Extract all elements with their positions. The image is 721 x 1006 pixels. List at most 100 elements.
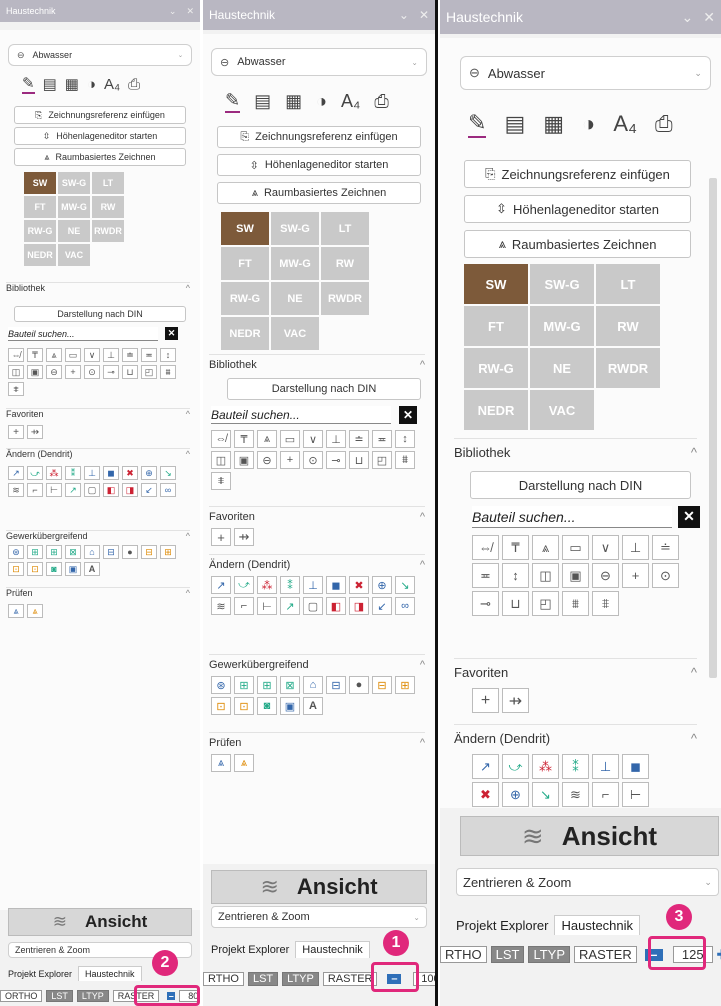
calculator-icon[interactable]: ▦ [543, 111, 564, 137]
section-check-header[interactable]: Prüfen ^ [6, 587, 190, 598]
component-search[interactable]: Bauteil suchen... ✕ [211, 405, 417, 424]
modify-icon[interactable]: ▢ [303, 597, 323, 615]
component-search[interactable]: Bauteil suchen... ✕ [472, 505, 700, 528]
modify-icon[interactable]: ↙ [372, 597, 392, 615]
library-icon[interactable]: ⊖ [46, 365, 62, 379]
cross-trade-icon[interactable]: ⊟ [372, 676, 392, 694]
section-modify-header[interactable]: Ändern (Dendrit) ^ [454, 724, 697, 746]
room-drawing-button[interactable]: ⩓ Raumbasiertes Zeichnen [217, 182, 421, 204]
library-icon[interactable]: ◰ [532, 591, 559, 616]
library-icon[interactable]: ⩓ [46, 348, 62, 362]
close-icon[interactable]: ✕ [186, 6, 194, 17]
system-cell[interactable]: SW-G [530, 264, 594, 304]
library-icon[interactable]: ≐ [349, 430, 369, 448]
section-library-header[interactable]: Bibliothek ^ [209, 354, 425, 371]
tab-haustechnik[interactable]: Haustechnik [78, 966, 142, 981]
close-icon[interactable]: ✕ [703, 9, 715, 26]
system-cell[interactable]: RW [596, 306, 660, 346]
component-search[interactable]: Bauteil suchen... ✕ [8, 327, 178, 341]
library-icon[interactable]: ↕ [502, 563, 529, 588]
modify-icon[interactable]: ⊢ [46, 483, 62, 497]
system-cell[interactable]: RWDR [596, 348, 660, 388]
library-icon[interactable]: ⊔ [349, 451, 369, 469]
library-icon[interactable]: ◫ [211, 451, 231, 469]
cross-trade-icon[interactable]: ⊡ [234, 697, 254, 715]
calculator-icon[interactable]: ▦ [285, 91, 302, 112]
scrollbar-thumb[interactable] [709, 178, 717, 678]
section-favorites-header[interactable]: Favoriten ^ [209, 506, 425, 523]
cross-trade-icon[interactable]: ● [122, 545, 138, 559]
section-check-header[interactable]: Prüfen ^ [209, 732, 425, 749]
system-cell[interactable]: SW [24, 172, 56, 194]
drawing-reference-button[interactable]: ⎘ Zeichnungsreferenz einfügen [217, 126, 421, 148]
modify-icon[interactable]: ⌐ [234, 597, 254, 615]
system-cell[interactable]: LT [596, 264, 660, 304]
clear-search-icon[interactable]: ✕ [399, 405, 417, 424]
modify-icon[interactable]: ⌐ [592, 782, 619, 807]
text-icon[interactable]: A₄ [341, 91, 360, 112]
modify-icon[interactable]: ⁑ [65, 466, 81, 480]
pie-icon[interactable]: ◑ [87, 76, 96, 93]
view-button[interactable]: ≋ Ansicht [8, 908, 192, 936]
section-favorites-header[interactable]: Favoriten ^ [6, 408, 190, 419]
clear-search-icon[interactable]: ✕ [165, 327, 178, 340]
library-icon[interactable]: ≐ [652, 535, 679, 560]
section-modify-header[interactable]: Ändern (Dendrit) ^ [209, 554, 425, 571]
library-icon[interactable]: ∨ [303, 430, 323, 448]
din-button[interactable]: Darstellung nach DIN [227, 378, 421, 400]
library-icon[interactable]: ⊙ [84, 365, 100, 379]
modify-icon[interactable]: ⁂ [257, 576, 277, 594]
height-editor-button[interactable]: ⇳ Höhenlageneditor starten [464, 195, 691, 223]
zoom-in-button[interactable]: ✚ [717, 947, 721, 963]
camera-icon[interactable]: ◙ [46, 562, 62, 576]
print-icon[interactable]: ⎙ [655, 111, 673, 137]
library-icon[interactable]: ≖ [372, 430, 392, 448]
library-icon[interactable]: ▭ [65, 348, 81, 362]
lst-toggle[interactable]: LST [46, 990, 73, 1002]
system-cell[interactable]: LT [321, 212, 369, 245]
library-icon[interactable]: ∨ [84, 348, 100, 362]
din-button[interactable]: Darstellung nach DIN [470, 471, 691, 499]
delete-icon[interactable]: ✖ [122, 466, 138, 480]
cross-trade-icon[interactable]: ⊞ [257, 676, 277, 694]
pencil-icon[interactable]: ✎ [468, 110, 487, 138]
library-icon[interactable]: ◰ [141, 365, 157, 379]
system-cell[interactable]: NEDR [221, 317, 269, 350]
modify-icon[interactable]: ⊕ [141, 466, 157, 480]
pencil-icon[interactable]: ✎ [22, 74, 35, 94]
modify-icon[interactable]: ⊢ [622, 782, 649, 807]
collapse-icon[interactable]: ⌄ [682, 9, 694, 26]
system-cell[interactable]: MW-G [530, 306, 594, 346]
system-cell[interactable]: RW-G [24, 220, 56, 242]
lst-toggle[interactable]: LST [490, 946, 525, 963]
modify-icon[interactable]: ↗ [280, 597, 300, 615]
library-icon[interactable]: ⇎ [472, 535, 499, 560]
library-icon[interactable]: ▣ [27, 365, 43, 379]
modify-icon[interactable]: ⁂ [532, 754, 559, 779]
system-cell[interactable]: RW [321, 247, 369, 280]
clear-search-icon[interactable]: ✕ [678, 505, 700, 528]
modify-icon[interactable]: ▢ [84, 483, 100, 497]
library-icon[interactable]: ▭ [280, 430, 300, 448]
modify-icon[interactable]: ↗ [211, 576, 231, 594]
modify-icon[interactable]: ∞ [160, 483, 176, 497]
modify-icon[interactable]: ⊢ [257, 597, 277, 615]
modify-icon[interactable]: ⁂ [46, 466, 62, 480]
library-icon[interactable]: ⩩ [562, 591, 589, 616]
system-cell[interactable]: VAC [271, 317, 319, 350]
height-editor-button[interactable]: ⇳ Höhenlageneditor starten [14, 127, 186, 145]
section-library-header[interactable]: Bibliothek ^ [454, 438, 697, 460]
modify-icon[interactable]: ⤻ [234, 576, 254, 594]
raster-toggle[interactable]: RASTER [322, 972, 378, 986]
check-icon[interactable]: ⩓ [27, 604, 43, 618]
close-icon[interactable]: ✕ [419, 8, 429, 22]
delete-icon[interactable]: ✖ [472, 782, 499, 807]
modify-icon[interactable]: ↗ [472, 754, 499, 779]
crossing-icon[interactable]: ⇸ [234, 528, 254, 546]
tab-haustechnik[interactable]: Haustechnik [554, 915, 641, 935]
tab-haustechnik[interactable]: Haustechnik [295, 941, 370, 958]
collapse-icon[interactable]: ⌄ [169, 6, 177, 17]
cross-trade-icon[interactable]: ⊞ [234, 676, 254, 694]
section-modify-header[interactable]: Ändern (Dendrit) ^ [6, 448, 190, 459]
collapse-icon[interactable]: ⌄ [399, 8, 409, 22]
